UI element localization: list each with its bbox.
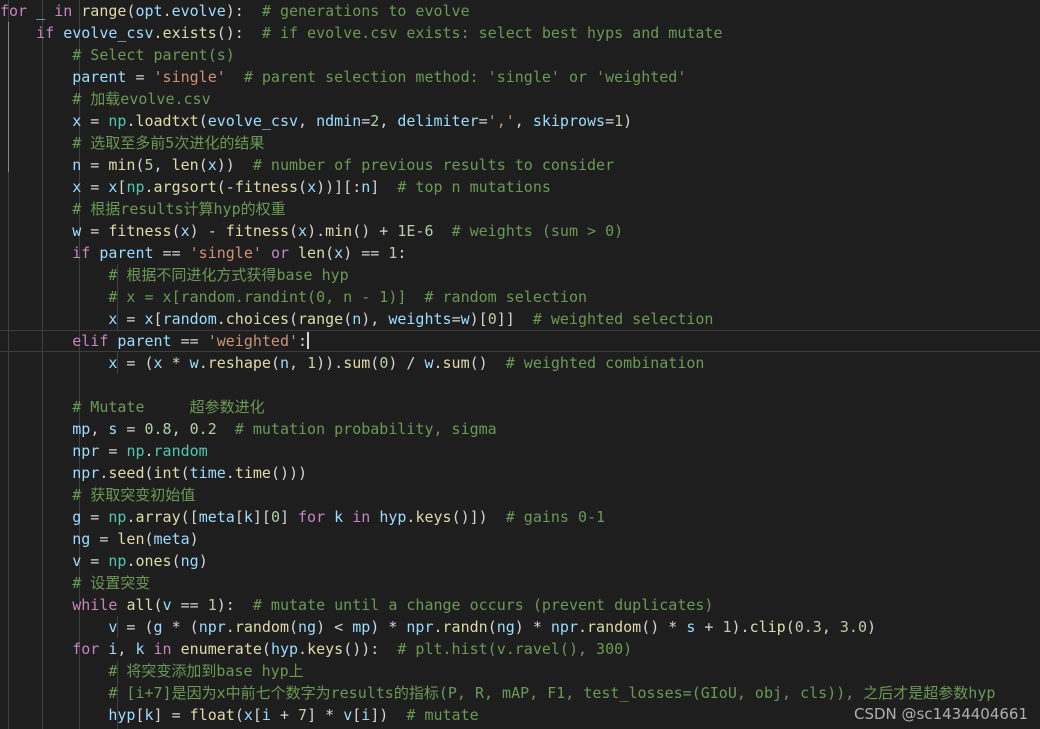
code-line[interactable]: g = np.array([meta[k][0] for k in hyp.ke…	[0, 506, 605, 528]
code-line[interactable]: # 加载evolve.csv	[0, 88, 210, 110]
code-line[interactable]: n = min(5, len(x)) # number of previous …	[0, 154, 614, 176]
code-line[interactable]: x = np.loadtxt(evolve_csv, ndmin=2, deli…	[0, 110, 632, 132]
code-line[interactable]: # 设置突变	[0, 572, 150, 594]
code-line[interactable]: v = np.ones(ng)	[0, 550, 207, 572]
code-line[interactable]: ng = len(meta)	[0, 528, 198, 550]
code-line[interactable]: if parent == 'single' or len(x) == 1:	[0, 242, 406, 264]
code-line[interactable]: while all(v == 1): # mutate until a chan…	[0, 594, 713, 616]
code-line[interactable]: x = x[random.choices(range(n), weights=w…	[0, 308, 713, 330]
csdn-watermark: CSDN @sc1434404661	[853, 705, 1028, 723]
code-line-empty[interactable]	[0, 374, 9, 396]
code-lines[interactable]: for _ in range(opt.evolve): # generation…	[0, 0, 1040, 729]
code-line[interactable]: for _ in range(opt.evolve): # generation…	[0, 0, 470, 22]
code-line[interactable]: # 将突变添加到base hyp上	[0, 660, 303, 682]
code-line[interactable]: x = (x * w.reshape(n, 1)).sum(0) / w.sum…	[0, 352, 704, 374]
code-line-active[interactable]: elif parent == 'weighted':	[0, 330, 310, 352]
code-line[interactable]: npr = np.random	[0, 440, 207, 462]
code-line[interactable]: parent = 'single' # parent selection met…	[0, 66, 686, 88]
code-line[interactable]: v = (g * (npr.random(ng) < mp) * npr.ran…	[0, 616, 876, 638]
code-line[interactable]: for i, k in enumerate(hyp.keys()): # plt…	[0, 638, 632, 660]
code-line[interactable]: hyp[k] = float(x[i + 7] * v[i]) # mutate	[0, 704, 478, 726]
code-line[interactable]: npr.seed(int(time.time()))	[0, 462, 307, 484]
code-line[interactable]: # [i+7]是因为x中前七个数字为results的指标(P, R, mAP, …	[0, 682, 995, 704]
code-line[interactable]: # 根据不同进化方式获得base hyp	[0, 264, 348, 286]
code-line[interactable]: # x = x[random.randint(0, n - 1)] # rand…	[0, 286, 587, 308]
code-line[interactable]: # 根据results计算hyp的权重	[0, 198, 285, 220]
code-line[interactable]: # Mutate 超参数进化	[0, 396, 264, 418]
text-cursor	[307, 332, 310, 349]
code-line[interactable]: mp, s = 0.8, 0.2 # mutation probability,…	[0, 418, 496, 440]
code-line[interactable]: x = x[np.argsort(-fitness(x))][:n] # top…	[0, 176, 551, 198]
code-line[interactable]: # 获取突变初始值	[0, 484, 195, 506]
code-line[interactable]: # 选取至多前5次进化的结果	[0, 132, 264, 154]
code-editor-viewport[interactable]: for _ in range(opt.evolve): # generation…	[0, 0, 1040, 729]
code-line[interactable]: # Select parent(s)	[0, 44, 235, 66]
code-line[interactable]: if evolve_csv.exists(): # if evolve.csv …	[0, 22, 722, 44]
code-line[interactable]: w = fitness(x) - fitness(x).min() + 1E-6…	[0, 220, 623, 242]
